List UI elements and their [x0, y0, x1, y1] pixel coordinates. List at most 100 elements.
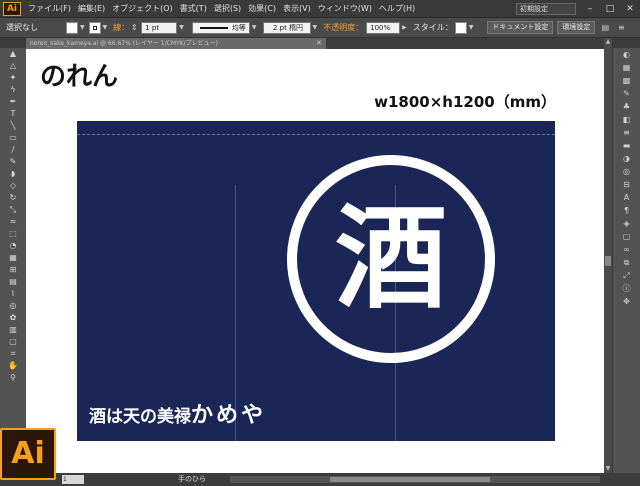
fill-dropdown-icon[interactable]: ▼ — [80, 24, 85, 31]
menu-object[interactable]: オブジェクト(O) — [112, 3, 173, 14]
tool-button[interactable]: ▦ — [0, 252, 26, 264]
tool-button[interactable]: ✋ — [0, 360, 26, 372]
tool-button[interactable]: ◇ — [0, 180, 26, 192]
tool-button[interactable]: ◗ — [0, 168, 26, 180]
vertical-scrollbar[interactable]: ▲ ▼ — [604, 38, 612, 473]
fill-swatch[interactable] — [66, 21, 78, 34]
menu-view[interactable]: 表示(V) — [283, 3, 311, 14]
tool-button[interactable]: T — [0, 108, 26, 120]
minimize-icon[interactable]: – — [580, 1, 600, 17]
brushes-panel-icon[interactable]: ✎ — [613, 87, 640, 100]
tool-button[interactable]: ⬚ — [0, 228, 26, 240]
swatches-panel-icon[interactable]: ▩ — [613, 74, 640, 87]
character-panel-icon[interactable]: A — [613, 191, 640, 204]
scroll-down-icon[interactable]: ▼ — [604, 465, 612, 473]
arrange-documents-icon[interactable]: ▤ — [599, 22, 611, 34]
artboards-panel-icon[interactable]: ▢ — [613, 230, 640, 243]
opacity-dropdown-icon[interactable]: ▶ — [402, 24, 407, 31]
layers-panel-icon[interactable]: ◈ — [613, 217, 640, 230]
artboard[interactable]: のれん w1800×h1200（mm） 酒 酒は天の美禄かめや — [26, 49, 604, 473]
symbols-panel-icon[interactable]: ♣ — [613, 100, 640, 113]
tool-button[interactable]: ≈ — [0, 216, 26, 228]
stroke-weight-field[interactable]: 1 pt — [141, 21, 178, 34]
tool-button[interactable]: ⚲ — [0, 372, 26, 384]
tool-button[interactable]: ╲ — [0, 120, 26, 132]
artboard-number-field[interactable]: 1 — [62, 475, 84, 484]
tools-panel-header[interactable] — [0, 38, 26, 48]
tool-button[interactable]: ∕ — [0, 144, 26, 156]
tab-close-icon[interactable]: ✕ — [316, 38, 322, 49]
shape-builder-tool-icon: ◔ — [9, 241, 17, 250]
tool-button[interactable]: ⌗ — [0, 348, 26, 360]
tool-button[interactable]: ↻ — [0, 192, 26, 204]
graphic-styles-panel-icon[interactable]: ◧ — [613, 113, 640, 126]
align-panel-icon[interactable]: ⊟ — [613, 178, 640, 191]
tool-button[interactable]: ◔ — [0, 240, 26, 252]
horizontal-scrollbar[interactable] — [230, 476, 600, 483]
rotate-tool-icon: ↻ — [9, 193, 17, 202]
tool-button[interactable]: ◎ — [0, 300, 26, 312]
brush-style-dropdown-icon[interactable]: ▼ — [252, 24, 257, 31]
close-icon[interactable]: ✕ — [620, 1, 640, 17]
opacity-field[interactable]: 100% — [366, 21, 401, 34]
paragraph-panel-icon[interactable]: ¶ — [613, 204, 640, 217]
panel-menu-icon[interactable]: ≡ — [615, 22, 627, 34]
panel-dock-header[interactable] — [613, 38, 640, 48]
stroke-label[interactable]: 線： — [113, 22, 129, 33]
scroll-up-icon[interactable]: ▲ — [604, 38, 612, 46]
tool-button[interactable]: ⊞ — [0, 264, 26, 276]
menu-edit[interactable]: 編集(E) — [78, 3, 105, 14]
stroke-weight-dropdown-icon[interactable]: ▼ — [179, 24, 184, 31]
maximize-icon[interactable]: □ — [600, 1, 620, 17]
horizontal-scroll-thumb[interactable] — [330, 477, 490, 482]
tool-button[interactable]: ✿ — [0, 312, 26, 324]
menu-window[interactable]: ウィンドウ(W) — [318, 3, 372, 14]
noren-slogan[interactable]: 酒は天の美禄かめや — [89, 397, 266, 429]
menu-help[interactable]: ヘルプ(H) — [379, 3, 415, 14]
navigator-panel-icon[interactable]: ✥ — [613, 295, 640, 308]
tool-button[interactable]: ▢ — [0, 336, 26, 348]
document-tab[interactable]: noren_sake_kameya.ai @ 66.67% (レイヤー 1/CM… — [26, 38, 326, 49]
stroke-panel-icon[interactable]: ≡ — [613, 126, 640, 139]
menu-type[interactable]: 書式(T) — [180, 3, 207, 14]
brush-style-field[interactable]: 均等 — [191, 21, 250, 34]
graphic-style-swatch[interactable] — [454, 21, 467, 34]
gradient-panel-icon[interactable]: ▬ — [613, 139, 640, 152]
tool-button[interactable]: ⤡ — [0, 204, 26, 216]
info-panel-icon[interactable]: ⓘ — [613, 282, 640, 295]
opacity-label[interactable]: 不透明度： — [323, 22, 363, 33]
tool-button[interactable]: ✎ — [0, 156, 26, 168]
stroke-stepper-icon[interactable]: ⇕ — [130, 22, 138, 34]
tool-button[interactable]: ϟ — [0, 84, 26, 96]
tool-button[interactable]: ✒ — [0, 96, 26, 108]
tool-button[interactable]: △ — [0, 60, 26, 72]
stroke-swatch[interactable] — [88, 21, 101, 34]
emblem-circle[interactable]: 酒 — [287, 155, 495, 363]
vertical-scroll-thumb[interactable] — [605, 256, 611, 266]
scale-tool-icon: ⤡ — [9, 205, 17, 214]
tool-button[interactable]: ▭ — [0, 132, 26, 144]
preferences-button[interactable]: 環境設定 — [557, 21, 596, 34]
transparency-panel-icon[interactable]: ◑ — [613, 152, 640, 165]
brush-profile-dropdown-icon[interactable]: ▼ — [313, 24, 318, 31]
workspace-select[interactable]: 初期設定 — [516, 3, 576, 15]
tool-button[interactable]: ▲ — [0, 48, 26, 60]
graphic-style-dropdown-icon[interactable]: ▼ — [469, 24, 474, 31]
stroke-dropdown-icon[interactable]: ▼ — [103, 24, 108, 31]
tool-button[interactable]: ⌇ — [0, 288, 26, 300]
menu-file[interactable]: ファイル(F) — [28, 3, 71, 14]
links-panel-icon[interactable]: ∞ — [613, 243, 640, 256]
tool-button[interactable]: ▤ — [0, 276, 26, 288]
menu-effect[interactable]: 効果(C) — [248, 3, 276, 14]
color-panel-icon[interactable]: ◐ — [613, 48, 640, 61]
appearance-panel-icon[interactable]: ◎ — [613, 165, 640, 178]
pathfinder-panel-icon[interactable]: ⧉ — [613, 256, 640, 269]
tool-button[interactable]: ▥ — [0, 324, 26, 336]
tool-button[interactable]: ✦ — [0, 72, 26, 84]
document-setup-button[interactable]: ドキュメント設定 — [487, 21, 554, 34]
color-guide-panel-icon[interactable]: ▦ — [613, 61, 640, 74]
brush-profile-field[interactable]: 2 pt 楕円 — [262, 21, 311, 34]
noren-curtain[interactable]: 酒 酒は天の美禄かめや — [77, 121, 555, 441]
menu-select[interactable]: 選択(S) — [214, 3, 241, 14]
transform-panel-icon[interactable]: ⤢ — [613, 269, 640, 282]
